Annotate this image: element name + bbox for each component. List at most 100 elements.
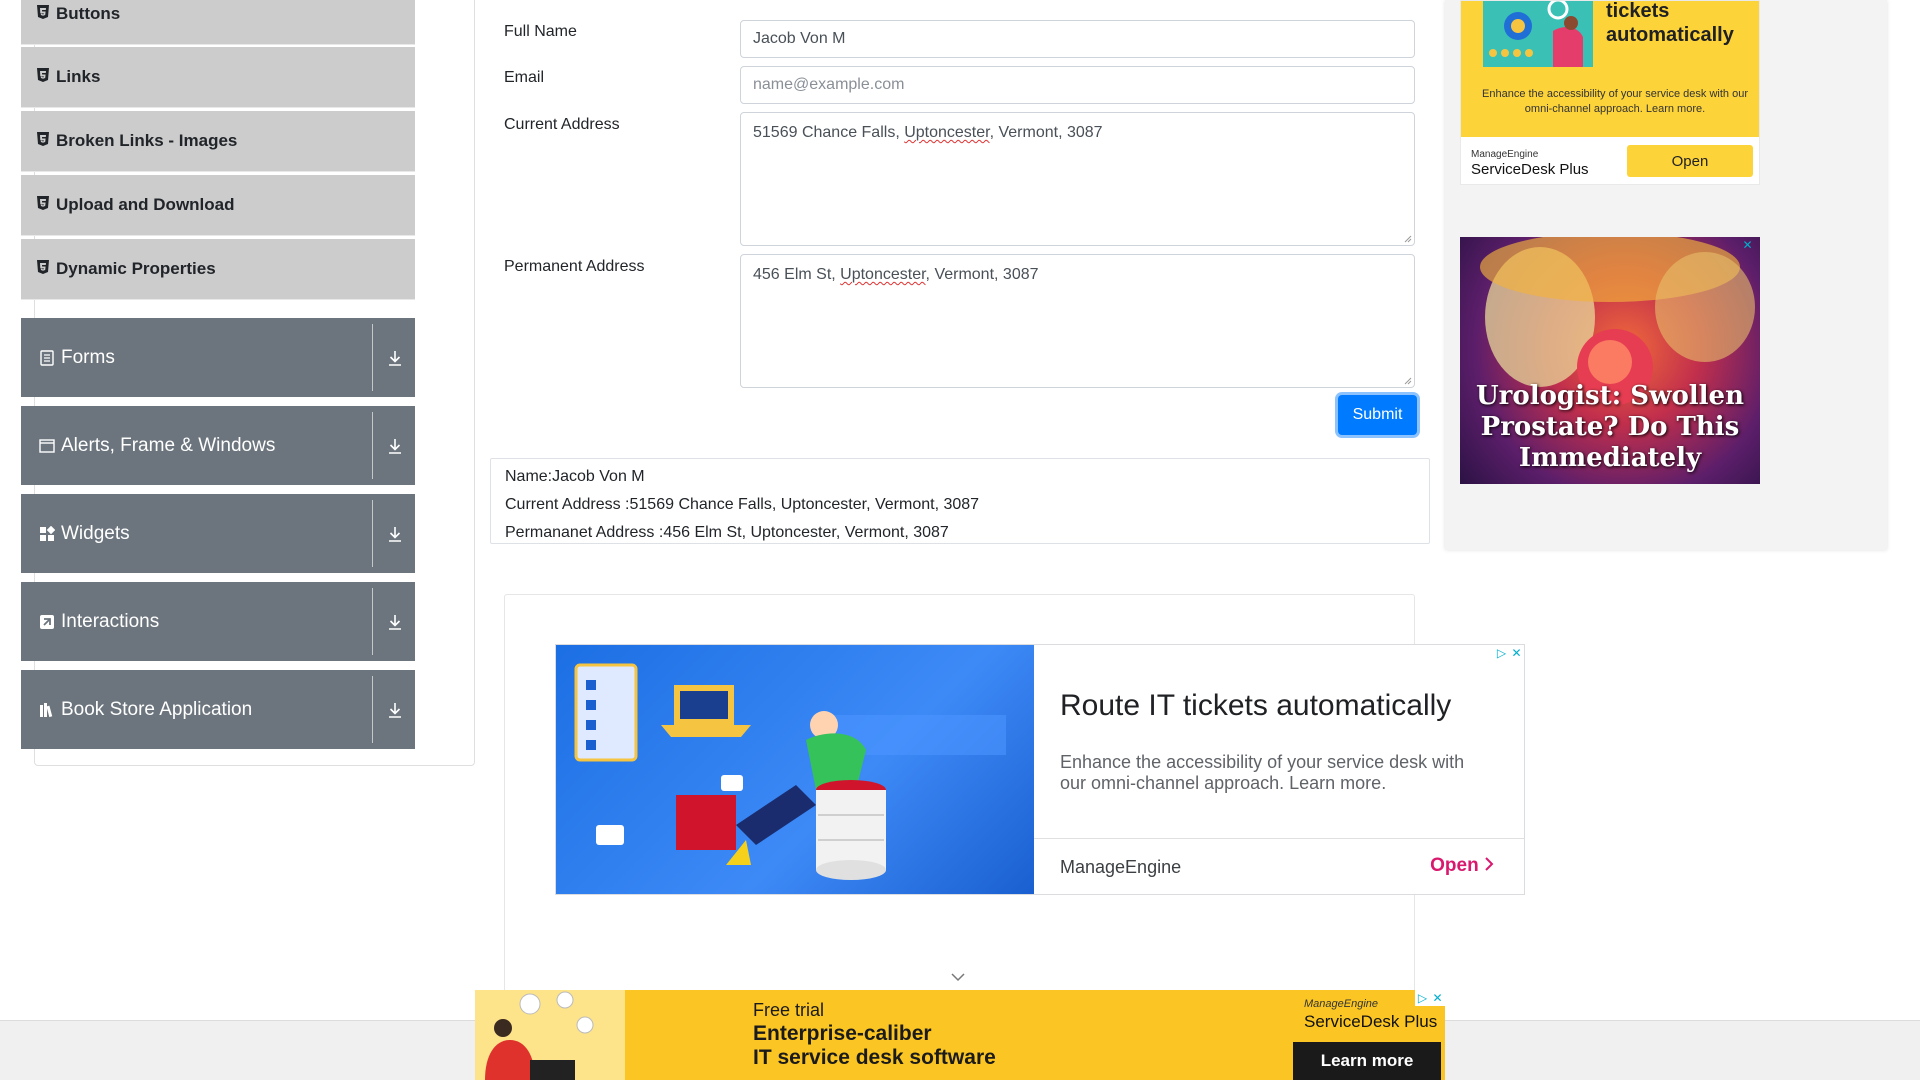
close-icon[interactable]: ✕ [1430, 990, 1445, 1006]
ad-open-button[interactable]: Open [1627, 145, 1753, 177]
sidebar-item-broken-links[interactable]: Broken Links - Images [21, 111, 415, 172]
resize-handle-icon[interactable] [1404, 235, 1412, 243]
output-name: Name:Jacob Von M [505, 468, 645, 485]
ad-title: tickets automatically [1606, 0, 1734, 47]
full-name-label: Full Name [504, 23, 577, 40]
interactions-icon [40, 614, 54, 629]
html5-icon [37, 5, 49, 19]
current-address-label: Current Address [504, 116, 620, 133]
sidebar-item-label: Links [56, 67, 101, 86]
adchoices-icon[interactable]: ▷ [1415, 990, 1430, 1006]
ad-headline-line: Prostate? Do This [1480, 412, 1740, 442]
ad-product: ServiceDesk Plus [1304, 1012, 1438, 1031]
ad-description: Enhance the accessibility of your servic… [1482, 88, 1748, 115]
right-top-ad[interactable]: tickets automatically Enhance the accessi… [1460, 0, 1760, 185]
ad-title[interactable]: Route IT tickets automatically [1060, 689, 1451, 723]
ad-cta-label: Open [1430, 855, 1479, 876]
address-text: , Vermont, 3087 [989, 124, 1103, 141]
permanent-address-textarea[interactable]: 456 Elm St, Uptoncester, Vermont, 3087 [740, 254, 1415, 388]
sidebar-item-label: Dynamic Properties [56, 259, 216, 278]
sidebar-group-label: Forms [61, 346, 115, 368]
ad-open-button[interactable]: Open [1430, 855, 1494, 877]
main-ad[interactable]: Route IT tickets automatically Enhance t… [555, 644, 1525, 895]
divider [372, 324, 373, 391]
current-address-textarea[interactable]: 51569 Chance Falls, Uptoncester, Vermont… [740, 112, 1415, 246]
download-icon[interactable] [387, 701, 403, 719]
sidebar-item-buttons[interactable]: Buttons [21, 0, 415, 45]
html5-icon [37, 196, 49, 210]
sidebar-group-widgets[interactable]: Widgets [21, 494, 415, 573]
ad-headline-line: Immediately [1518, 443, 1702, 473]
close-icon[interactable]: ✕ [1509, 645, 1524, 661]
ad-product: ServiceDesk Plus [1471, 161, 1589, 178]
download-icon[interactable] [387, 525, 403, 543]
divider [372, 500, 373, 567]
ad-title-line: automatically [1606, 24, 1734, 46]
output-current-address: Current Address :51569 Chance Falls, Upt… [505, 496, 980, 513]
ad-choices[interactable]: ✕ [1740, 237, 1760, 253]
html5-icon [37, 260, 49, 274]
form-icon [40, 349, 54, 366]
email-placeholder: name@example.com [753, 76, 905, 93]
download-icon[interactable] [387, 613, 403, 631]
ad-brand: ManageEngine [1471, 149, 1539, 160]
bottom-ad[interactable]: Free trial Enterprise-caliber IT service … [475, 990, 1445, 1080]
chevron-down-icon[interactable] [951, 972, 965, 982]
address-text: 456 Elm St, [753, 266, 841, 283]
download-icon[interactable] [387, 349, 403, 367]
sidebar-item-label: Upload and Download [56, 195, 235, 214]
ad-footer: ManageEngine ServiceDesk Plus Open [1461, 137, 1759, 184]
sidebar-group-forms[interactable]: Forms [21, 318, 415, 397]
sidebar-group-label: Interactions [61, 610, 160, 632]
bookstore-icon [40, 702, 53, 717]
misspelled-word: Uptoncester [840, 266, 926, 283]
sidebar-group-label: Widgets [61, 522, 130, 544]
ad-choices[interactable]: ▷ ✕ [1415, 990, 1445, 1006]
ad-headline: Enterprise-caliber IT service desk softwa… [753, 1022, 996, 1070]
full-name-value: Jacob Von M [753, 30, 846, 47]
full-name-input[interactable]: Jacob Von M [740, 20, 1415, 58]
sidebar-item-label: Broken Links - Images [56, 131, 238, 150]
divider [372, 412, 373, 479]
sidebar-group-label: Alerts, Frame & Windows [61, 434, 276, 456]
adchoices-icon[interactable]: ▷ [1494, 645, 1509, 661]
widgets-icon [40, 525, 55, 541]
ad-illustration [556, 645, 1034, 894]
resize-handle-icon[interactable] [1404, 377, 1412, 385]
window-icon [39, 438, 55, 453]
email-input[interactable]: name@example.com [740, 66, 1415, 104]
address-text: 51569 Chance Falls, [753, 124, 905, 141]
ad-headline-line: Enterprise-caliber [753, 1022, 932, 1045]
ad-illustration [1483, 1, 1593, 67]
ad-headline: Urologist: Swollen Prostate? Do This Imm… [1460, 381, 1760, 474]
ad-title-line: tickets [1606, 0, 1670, 22]
ad-description: Enhance the accessibility of your servic… [1060, 752, 1465, 793]
close-icon[interactable]: ✕ [1740, 237, 1755, 253]
sidebar-item-label: Buttons [56, 4, 121, 23]
divider [372, 676, 373, 743]
right-medical-ad[interactable]: Urologist: Swollen Prostate? Do This Imm… [1460, 237, 1760, 484]
sidebar-item-dynamic-properties[interactable]: Dynamic Properties [21, 239, 415, 300]
html5-icon [37, 68, 49, 82]
email-label: Email [504, 69, 545, 86]
ad-brand: ManageEngine [1060, 857, 1182, 877]
output-box: Name:Jacob Von M Current Address :51569 … [490, 458, 1430, 544]
sidebar-group-bookstore[interactable]: Book Store Application [21, 670, 415, 749]
output-permanent-address: Permananet Address :456 Elm St, Uptonces… [505, 524, 949, 541]
misspelled-word: Uptoncester [904, 124, 990, 141]
sidebar-item-upload-download[interactable]: Upload and Download [21, 175, 415, 236]
ad-headline-line: IT service desk software [753, 1046, 996, 1069]
sidebar-group-interactions[interactable]: Interactions [21, 582, 415, 661]
ad-headline-line: Urologist: Swollen [1476, 381, 1744, 411]
sidebar-item-links[interactable]: Links [21, 47, 415, 108]
ad-illustration [475, 990, 625, 1080]
ad-choices[interactable]: ▷ ✕ [1494, 645, 1524, 661]
ad-brand: ManageEngine [1304, 998, 1379, 1010]
learn-more-button[interactable]: Learn more [1293, 1042, 1441, 1080]
sidebar-group-label: Book Store Application [61, 698, 253, 720]
permanent-address-label: Permanent Address [504, 258, 645, 275]
submit-button[interactable]: Submit [1338, 395, 1417, 435]
divider [372, 588, 373, 655]
download-icon[interactable] [387, 437, 403, 455]
sidebar-group-alerts[interactable]: Alerts, Frame & Windows [21, 406, 415, 485]
